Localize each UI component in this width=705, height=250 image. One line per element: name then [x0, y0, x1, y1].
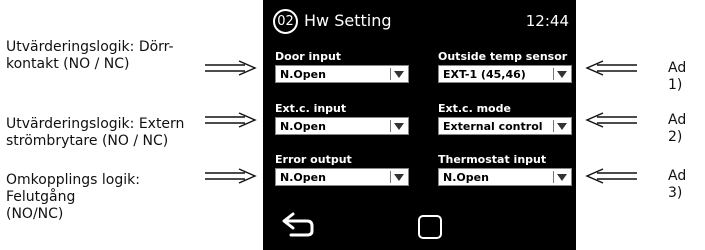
select-divider	[390, 68, 391, 80]
note-error-output-logic: Omkopplings logik: Felutgång (NO/NC)	[6, 172, 140, 222]
page-title: Hw Setting	[304, 11, 392, 30]
door-input-label: Door input	[275, 50, 342, 63]
arrow-left-icon	[585, 60, 637, 76]
chevron-down-icon	[394, 71, 404, 78]
ext-c-input-value: N.Open	[280, 120, 326, 133]
error-output-label: Error output	[275, 153, 352, 166]
outside-temp-sensor-label: Outside temp sensor	[438, 50, 568, 63]
outside-temp-sensor-value: EXT-1 (45,46)	[443, 68, 526, 81]
note-ad-2: Ad 2)	[668, 112, 687, 145]
door-input-select[interactable]: N.Open	[275, 65, 409, 83]
ext-c-input-label: Ext.c. input	[275, 102, 347, 115]
select-divider	[553, 120, 554, 132]
arrow-left-icon	[585, 168, 637, 184]
arrow-right-icon	[205, 112, 257, 128]
thermostat-input-value: N.Open	[443, 171, 489, 184]
outside-temp-sensor-select[interactable]: EXT-1 (45,46)	[438, 65, 572, 83]
device-screen: 02 Hw Setting 12:44 Door input N.Open Ou…	[263, 0, 576, 250]
door-input-value: N.Open	[280, 68, 326, 81]
arrow-left-icon	[585, 112, 637, 128]
select-divider	[390, 171, 391, 183]
note-ad-3: Ad 3)	[668, 168, 687, 201]
home-square-icon[interactable]	[418, 215, 442, 239]
arrow-right-icon	[205, 60, 257, 76]
chevron-down-icon	[394, 123, 404, 130]
page-number-badge: 02	[273, 9, 298, 34]
select-divider	[553, 68, 554, 80]
ext-c-mode-value: External control	[443, 120, 543, 133]
ext-c-mode-label: Ext.c. mode	[438, 102, 511, 115]
ext-c-mode-select[interactable]: External control	[438, 117, 572, 135]
chevron-down-icon	[557, 71, 567, 78]
thermostat-input-label: Thermostat input	[438, 153, 547, 166]
arrow-right-icon	[205, 168, 257, 184]
error-output-value: N.Open	[280, 171, 326, 184]
thermostat-input-select[interactable]: N.Open	[438, 168, 572, 186]
chevron-down-icon	[557, 123, 567, 130]
note-external-switch-logic: Utvärderingslogik: Extern strömbrytare (…	[6, 116, 185, 149]
chevron-down-icon	[394, 174, 404, 181]
note-door-contact-logic: Utvärderingslogik: Dörr- kontakt (NO / N…	[6, 39, 174, 72]
ext-c-input-select[interactable]: N.Open	[275, 117, 409, 135]
select-divider	[553, 171, 554, 183]
select-divider	[390, 120, 391, 132]
back-arrow-icon[interactable]	[281, 211, 315, 237]
chevron-down-icon	[557, 174, 567, 181]
error-output-select[interactable]: N.Open	[275, 168, 409, 186]
clock: 12:44	[525, 12, 569, 30]
note-ad-1: Ad 1)	[668, 60, 687, 93]
